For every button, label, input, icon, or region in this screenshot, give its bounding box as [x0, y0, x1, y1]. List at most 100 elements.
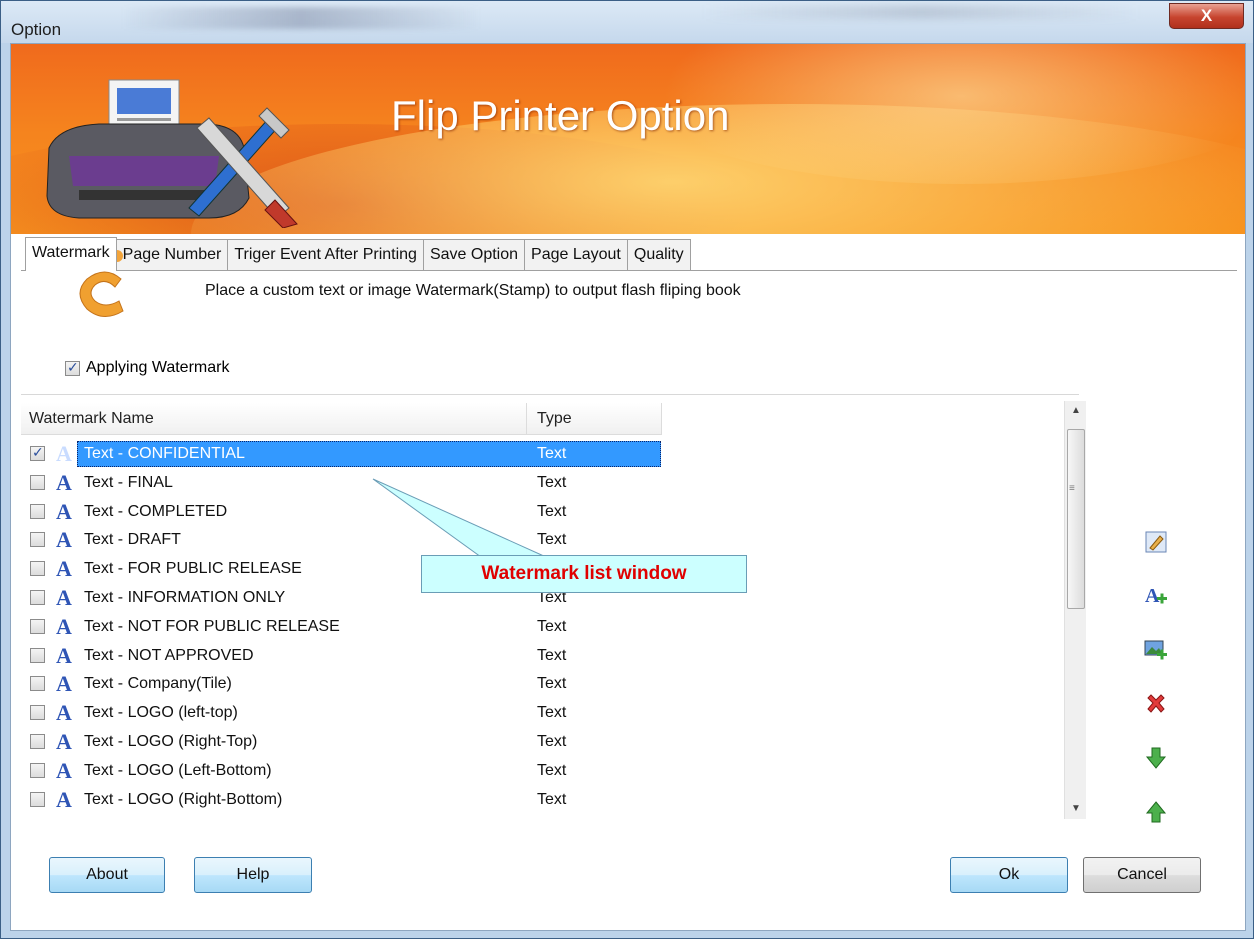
text-watermark-icon: A [56, 498, 72, 524]
watermark-rows: A Text - CONFIDENTIAL Text A Text - FINAL Tex… [21, 440, 1071, 814]
row-checkbox[interactable] [30, 647, 45, 663]
svg-text:A: A [1145, 585, 1160, 607]
about-button[interactable]: About [49, 857, 165, 893]
list-item[interactable]: A Text - NOT APPROVED Text [21, 642, 1071, 671]
list-item[interactable]: A Text - NOT FOR PUBLIC RELEASE Text [21, 613, 1071, 642]
text-watermark-icon: A [56, 757, 72, 783]
row-name: Text - LOGO (left-top) [84, 704, 238, 722]
tab-save-option[interactable]: Save Option [422, 239, 526, 271]
text-watermark-icon: A [56, 556, 72, 582]
tab-triger-event[interactable]: Triger Event After Printing [227, 239, 424, 271]
scroll-grip-icon: ≡ [1069, 483, 1075, 494]
row-name: Text - FOR PUBLIC RELEASE [84, 560, 302, 578]
delete-watermark-button[interactable] [1141, 691, 1171, 721]
row-checkbox[interactable] [30, 444, 45, 461]
title-bar: Option X [1, 1, 1253, 43]
row-type: Text [537, 704, 567, 722]
list-item[interactable]: A Text - LOGO (Right-Bottom) Text [21, 786, 1071, 815]
scroll-thumb[interactable] [1067, 429, 1085, 609]
text-watermark-icon: A [56, 786, 72, 812]
row-checkbox[interactable] [30, 676, 45, 692]
row-name: Text - DRAFT [84, 531, 181, 549]
help-button[interactable]: Help [194, 857, 312, 893]
row-type: Text [537, 502, 567, 520]
text-watermark-icon: A [56, 527, 72, 553]
list-item[interactable]: A Text - LOGO (Left-Bottom) Text [21, 757, 1071, 786]
add-image-watermark-button[interactable] [1141, 637, 1171, 667]
row-checkbox[interactable] [30, 762, 45, 778]
scroll-up-arrow-icon[interactable]: ▲ [1065, 401, 1087, 421]
cancel-button[interactable]: Cancel [1083, 857, 1201, 893]
row-checkbox[interactable] [30, 705, 45, 721]
watermark-list[interactable]: Watermark Name Type A Text - CONFIDENTIAL… [21, 394, 1079, 819]
row-type: Text [537, 732, 567, 750]
row-checkbox[interactable] [30, 532, 45, 548]
move-down-button[interactable] [1141, 745, 1171, 775]
add-text-watermark-button[interactable]: A [1141, 583, 1171, 613]
tab-quality[interactable]: Quality [626, 239, 691, 271]
tab-page-layout[interactable]: Page Layout [524, 239, 628, 271]
text-watermark-icon: A [56, 700, 72, 726]
row-type: Text [537, 473, 567, 491]
add-image-icon [1144, 640, 1167, 660]
list-item[interactable]: A Text - CONFIDENTIAL Text [21, 440, 1071, 469]
text-watermark-icon: A [56, 613, 72, 639]
row-checkbox[interactable] [30, 589, 45, 605]
move-up-icon [1145, 801, 1167, 823]
title-bar-blur [121, 7, 481, 29]
list-item[interactable]: A Text - LOGO (left-top) Text [21, 699, 1071, 728]
watermark-description: Place a custom text or image Watermark(S… [205, 282, 741, 299]
row-checkbox[interactable] [30, 733, 45, 749]
row-name: Text - NOT APPROVED [84, 646, 254, 664]
row-checkbox[interactable] [30, 561, 45, 577]
column-separator[interactable] [526, 403, 527, 435]
row-type: Text [537, 531, 567, 549]
list-item[interactable]: A Text - COMPLETED Text [21, 498, 1071, 527]
row-type: Text [537, 790, 567, 808]
window-title: Option [11, 20, 62, 39]
row-type: Text [537, 675, 567, 693]
tab-divider [21, 270, 1237, 271]
row-checkbox[interactable] [30, 791, 45, 807]
row-name: Text - LOGO (Right-Bottom) [84, 790, 283, 808]
row-name: Text - Company(Tile) [84, 675, 232, 693]
close-button[interactable]: X [1169, 3, 1244, 29]
row-type: Text [537, 617, 567, 635]
column-header-name[interactable]: Watermark Name [29, 410, 154, 428]
text-watermark-icon: A [56, 642, 72, 668]
row-type: Text [537, 445, 567, 462]
list-header: Watermark Name Type [21, 403, 662, 435]
edit-icon [1145, 531, 1167, 553]
column-header-type[interactable]: Type [537, 410, 572, 428]
banner-title: Flip Printer Option [391, 92, 730, 139]
vertical-scrollbar[interactable]: ▲ ≡ ▼ [1064, 401, 1086, 819]
row-checkbox[interactable] [30, 503, 45, 519]
apply-watermark-checkbox[interactable]: Applying Watermark [65, 359, 229, 377]
row-name: Text - INFORMATION ONLY [84, 588, 286, 606]
row-name: Text - LOGO (Right-Top) [84, 732, 258, 750]
list-item[interactable]: A Text - LOGO (Right-Top) Text [21, 728, 1071, 757]
row-name: Text - NOT FOR PUBLIC RELEASE [84, 617, 340, 635]
move-up-button[interactable] [1141, 799, 1171, 829]
row-checkbox[interactable] [30, 618, 45, 634]
header-banner: Flip Printer Option [11, 44, 1245, 234]
printer-tools-icon [46, 79, 298, 228]
row-type: Text [537, 761, 567, 779]
list-item[interactable]: A Text - FINAL Text [21, 469, 1071, 498]
add-text-icon: A [1145, 585, 1167, 607]
list-item[interactable]: A Text - DRAFT Text [21, 526, 1071, 555]
row-checkbox[interactable] [30, 474, 45, 490]
tab-watermark[interactable]: Watermark [25, 237, 117, 271]
option-dialog: Option X Flip Printer Option Watermark P… [0, 0, 1254, 939]
list-item[interactable]: A Text - Company(Tile) Text [21, 670, 1071, 699]
scroll-down-arrow-icon[interactable]: ▼ [1065, 799, 1087, 819]
move-down-icon [1145, 747, 1167, 769]
apply-watermark-check[interactable] [65, 359, 80, 376]
ok-button[interactable]: Ok [950, 857, 1068, 893]
row-name: Text - CONFIDENTIAL [84, 445, 245, 462]
column-separator[interactable] [661, 403, 662, 435]
row-name: Text - FINAL [84, 473, 173, 491]
edit-watermark-button[interactable] [1141, 529, 1171, 559]
title-bar-blur [701, 5, 1141, 19]
text-watermark-icon: A [56, 584, 72, 610]
